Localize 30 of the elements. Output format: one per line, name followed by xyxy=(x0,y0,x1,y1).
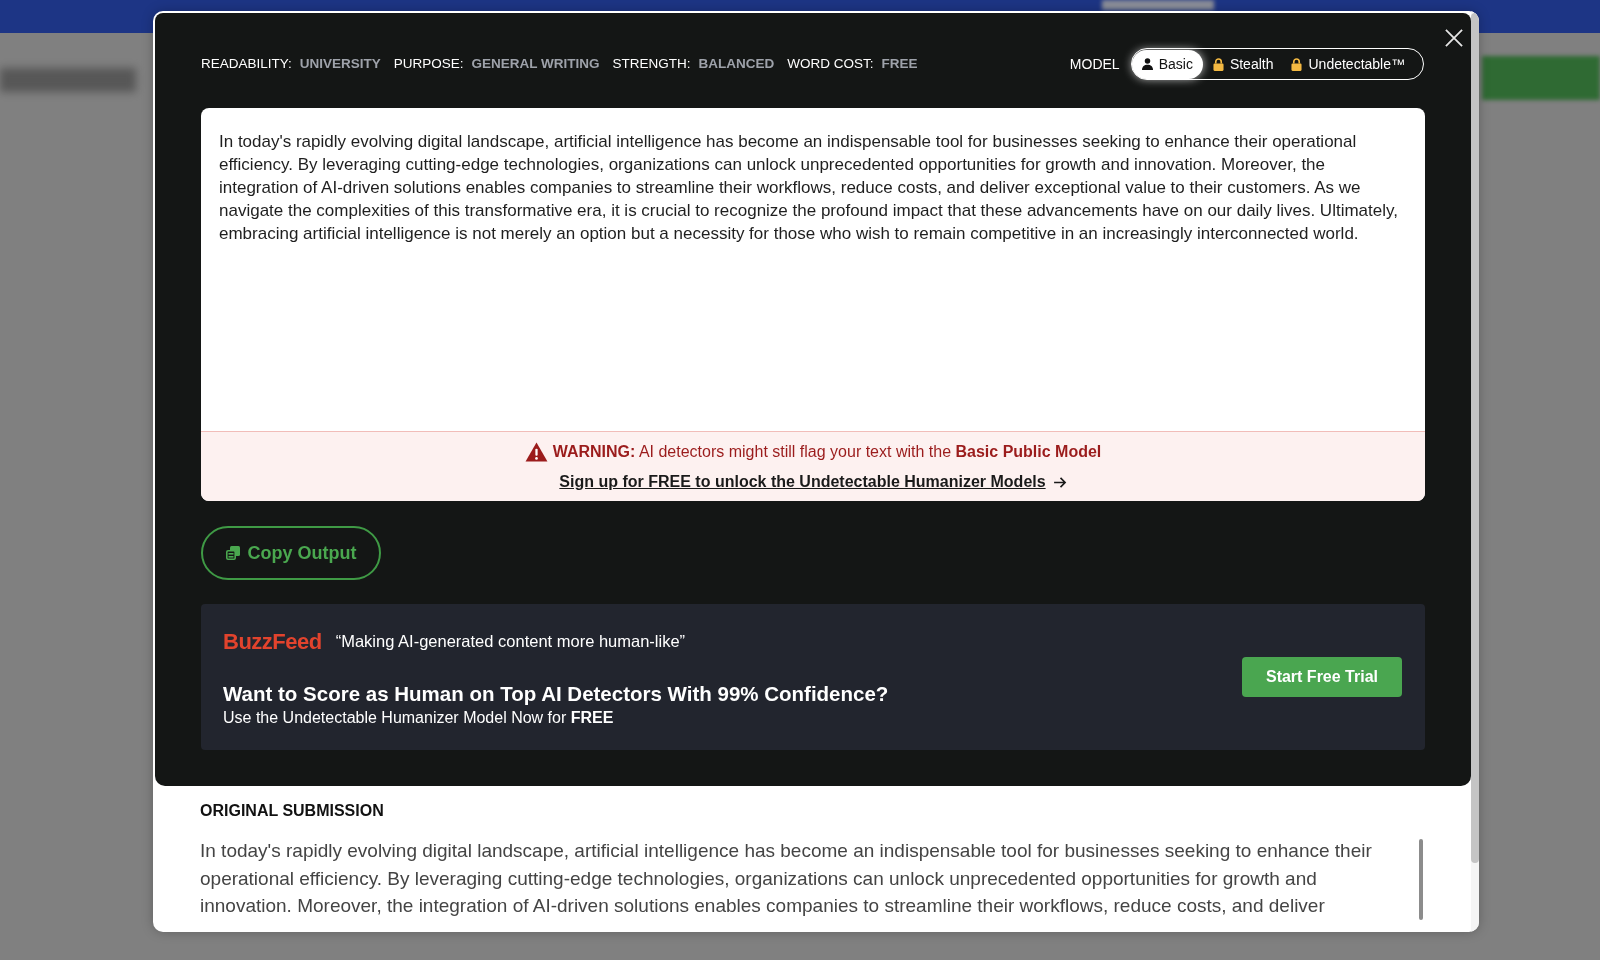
setting-value: FREE xyxy=(881,54,918,73)
close-button[interactable] xyxy=(1444,28,1464,48)
lock-icon xyxy=(1212,57,1224,71)
model-option[interactable]: Basic xyxy=(1131,49,1203,79)
signup-link[interactable]: Sign up for FREE to unlock the Undetectable Humanizer Models xyxy=(559,471,1046,493)
buzzfeed-logo: BuzzFeed xyxy=(223,628,322,656)
setting-label: WORD COST: xyxy=(787,54,874,73)
promo-subheading: Use the Undetectable Humanizer Model Now for FREE xyxy=(223,708,615,728)
lock-icon xyxy=(1291,57,1303,71)
setting-value: GENERAL WRITING xyxy=(471,54,600,73)
promo-quote: “Making AI-generated content more human-like” xyxy=(335,631,686,653)
original-text: In today's rapidly evolving digital landscape, artificial intelligence has become an indispensable tool for businesses seeking to enhance their operational efficiency. By leveraging cutting-edge technologies, organizations can unlock unprecedented opportunities for growth and innovation. Moreover, the integration of AI-driven solutions enables companies to streamline their workflows, reduce costs, and deliver xyxy=(200,839,1373,918)
model-label: MODEL xyxy=(1069,54,1120,74)
setting-value: BALANCED xyxy=(698,54,775,73)
setting-label: PURPOSE: xyxy=(393,54,464,73)
output-text: In today's rapidly evolving digital landscape, artificial intelligence has become an indispensable tool for businesses seeking to enhance their operational efficiency. By leveraging cutting-edge technologies, organizations can unlock unprecedented opportunities for growth and innovation. Moreover, the integration of AI-driven solutions enables companies to streamline their workflows, reduce costs, and deliver exceptional value to their customers. As we navigate the complexities of this transformative era, it is crucial to recognize the profound impact that these advancements have on our daily lives. Ultimately, embracing artificial intelligence is not merely an option but a necessity for those who wish to remain competitive in an increasingly interconnected world. xyxy=(219,131,1399,245)
promo-heading: Want to Score as Human on Top AI Detectors With 99% Confidence? xyxy=(223,681,889,707)
setting-label: STRENGTH: xyxy=(612,54,691,73)
close-icon xyxy=(1445,29,1463,47)
setting-value: UNIVERSITY xyxy=(299,54,381,73)
arrow-right-icon xyxy=(1053,476,1067,488)
setting-label: READABILITY: xyxy=(201,54,292,73)
section-heading: ORIGINAL SUBMISSION xyxy=(200,801,385,821)
copy-output-button[interactable]: Copy Output xyxy=(201,526,381,580)
model-option[interactable]: Undetectable™ xyxy=(1283,49,1413,79)
warning-text: WARNING: AI detectors might still flag your text with the Basic Public Model xyxy=(552,442,1102,462)
user-icon xyxy=(1141,58,1153,70)
copy-icon xyxy=(225,546,240,560)
warning-icon xyxy=(524,442,548,462)
model-option[interactable]: Stealth xyxy=(1204,49,1282,79)
